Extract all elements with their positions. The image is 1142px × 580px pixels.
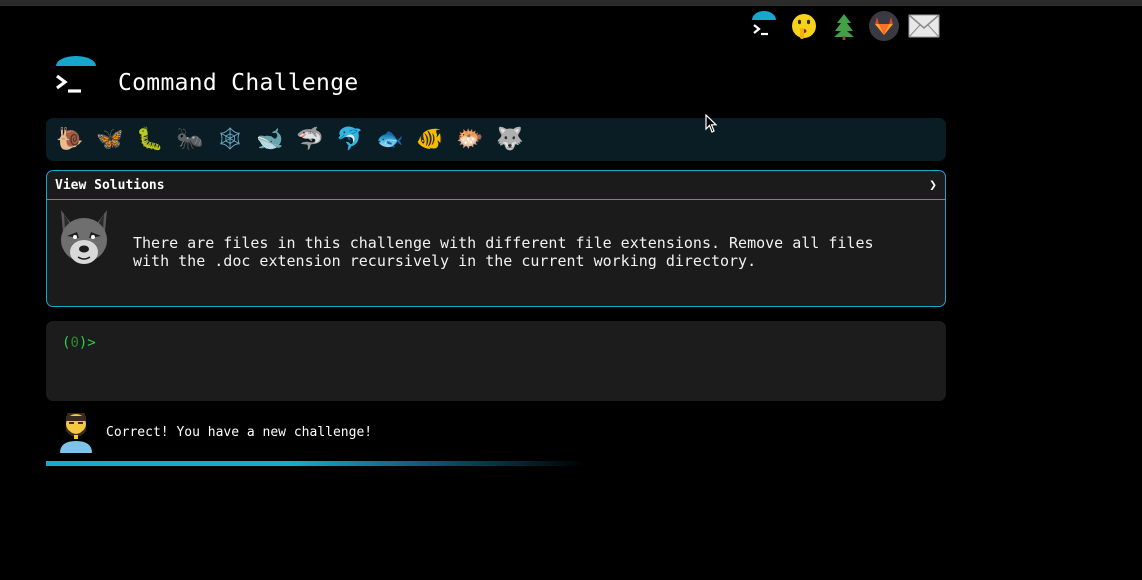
prompt-close: )> — [78, 335, 96, 351]
terminal-icon[interactable] — [748, 10, 780, 42]
feedback-message: Correct! You have a new challenge! — [58, 410, 372, 454]
level-shark-icon[interactable]: 🦈 — [294, 124, 326, 156]
level-snail-icon[interactable]: 🐌 — [54, 124, 86, 156]
avatar — [60, 413, 92, 453]
wolf-level-icon — [61, 210, 107, 264]
feedback-text: Correct! You have a new challenge! — [106, 424, 373, 440]
view-solutions-toggle[interactable]: View Solutions ❯ — [47, 171, 945, 200]
tree-icon[interactable] — [828, 10, 860, 42]
level-blowfish-icon[interactable]: 🐡 — [454, 124, 486, 156]
prompt-counter: 0 — [70, 335, 79, 351]
browser-top-strip — [0, 0, 1142, 6]
mail-icon[interactable] — [908, 10, 940, 42]
level-dolphin-icon[interactable]: 🐬 — [334, 124, 366, 156]
level-butterfly-icon[interactable]: 🦋 — [94, 124, 126, 156]
app-logo-icon[interactable] — [52, 56, 100, 100]
level-ant-icon[interactable]: 🐜 — [174, 124, 206, 156]
challenge-body: There are files in this challenge with d… — [47, 200, 945, 305]
challenge-panel: View Solutions ❯ There are files in this… — [46, 170, 946, 307]
terminal-prompt: (0)> — [62, 335, 96, 351]
top-icon-bar — [748, 10, 940, 42]
shush-emoji-icon[interactable] — [788, 10, 820, 42]
level-fish-icon[interactable]: 🐟 — [374, 124, 406, 156]
view-solutions-label: View Solutions — [55, 177, 165, 193]
level-whale-icon[interactable]: 🐋 — [254, 124, 286, 156]
chevron-right-icon: ❯ — [929, 177, 937, 193]
terminal-input-area[interactable]: (0)> — [46, 321, 946, 401]
challenge-description: There are files in this challenge with d… — [133, 234, 874, 270]
page-title: Command Challenge — [118, 70, 359, 96]
progress-bar — [46, 461, 586, 466]
level-spider-web-icon[interactable]: 🕸 — [214, 124, 246, 156]
level-tropical-fish-icon[interactable]: 🐠 — [414, 124, 446, 156]
mouse-cursor-icon — [705, 114, 718, 133]
gitlab-icon[interactable] — [868, 10, 900, 42]
level-selector: 🐌 🦋 🐛 🐜 🕸 🐋 🦈 🐬 🐟 🐠 🐡 🐺 — [46, 118, 946, 161]
level-wolf-icon[interactable]: 🐺 — [494, 124, 526, 156]
level-caterpillar-icon[interactable]: 🐛 — [134, 124, 166, 156]
